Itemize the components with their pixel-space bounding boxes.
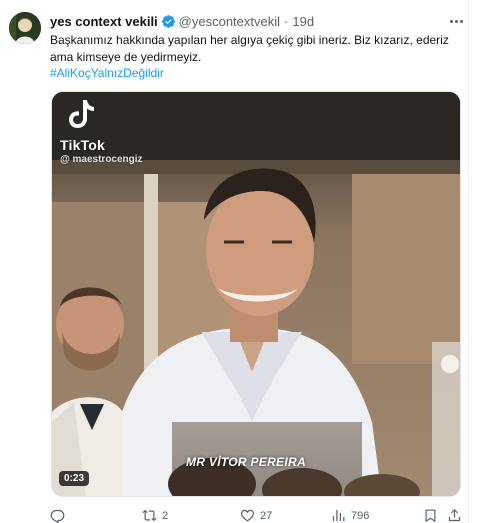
tweet-text: Başkanımız hakkında yapılan her algıya ç… — [50, 32, 460, 82]
timestamp[interactable]: 19d — [292, 14, 314, 29]
video-player[interactable]: TikTok @ maestrocengiz MR VİTOR PEREIRA … — [51, 91, 461, 497]
bookmark-button[interactable] — [423, 508, 438, 523]
handle[interactable]: @yescontextvekil — [179, 14, 280, 29]
retweet-count: 2 — [162, 509, 169, 522]
avatar-image — [9, 12, 41, 44]
share-icon — [448, 509, 461, 522]
tweet-text-line-2: ama kimseye de yedirmeyiz. — [50, 49, 202, 64]
timeline-border — [468, 0, 469, 523]
tiktok-brand: TikTok — [60, 137, 106, 153]
heart-icon — [240, 509, 255, 522]
tweet-header: yes context vekili @yescontextvekil · 19… — [50, 12, 314, 30]
action-bar: 2 27 796 — [50, 508, 463, 523]
bookmark-icon — [425, 509, 436, 523]
reply-button[interactable] — [50, 508, 70, 523]
verified-badge-icon — [161, 14, 176, 29]
tiktok-logo-icon — [69, 100, 94, 128]
separator-dot: · — [284, 13, 289, 29]
video-caption: MR VİTOR PEREIRA — [186, 455, 306, 469]
hashtag-link[interactable]: #AliKoçYalnızDeğildir — [50, 65, 460, 82]
video-duration: 0:23 — [59, 471, 90, 486]
retweet-icon — [142, 510, 157, 521]
retweet-button[interactable]: 2 — [142, 508, 168, 523]
tiktok-username: @ maestrocengiz — [60, 154, 143, 165]
avatar[interactable] — [9, 12, 41, 44]
display-name[interactable]: yes context vekili — [50, 14, 158, 29]
share-button[interactable] — [447, 508, 462, 523]
views-count: 796 — [351, 509, 370, 522]
like-count: 27 — [260, 509, 273, 522]
views-button[interactable]: 796 — [331, 508, 369, 523]
views-icon — [332, 509, 345, 522]
tweet-text-line-1: Başkanımız hakkında yapılan her algıya ç… — [50, 33, 449, 47]
like-button[interactable]: 27 — [240, 508, 272, 523]
more-dots-icon[interactable] — [447, 13, 465, 29]
reply-icon — [50, 509, 65, 523]
tiktok-watermark: TikTok @ maestrocengiz — [60, 98, 143, 165]
